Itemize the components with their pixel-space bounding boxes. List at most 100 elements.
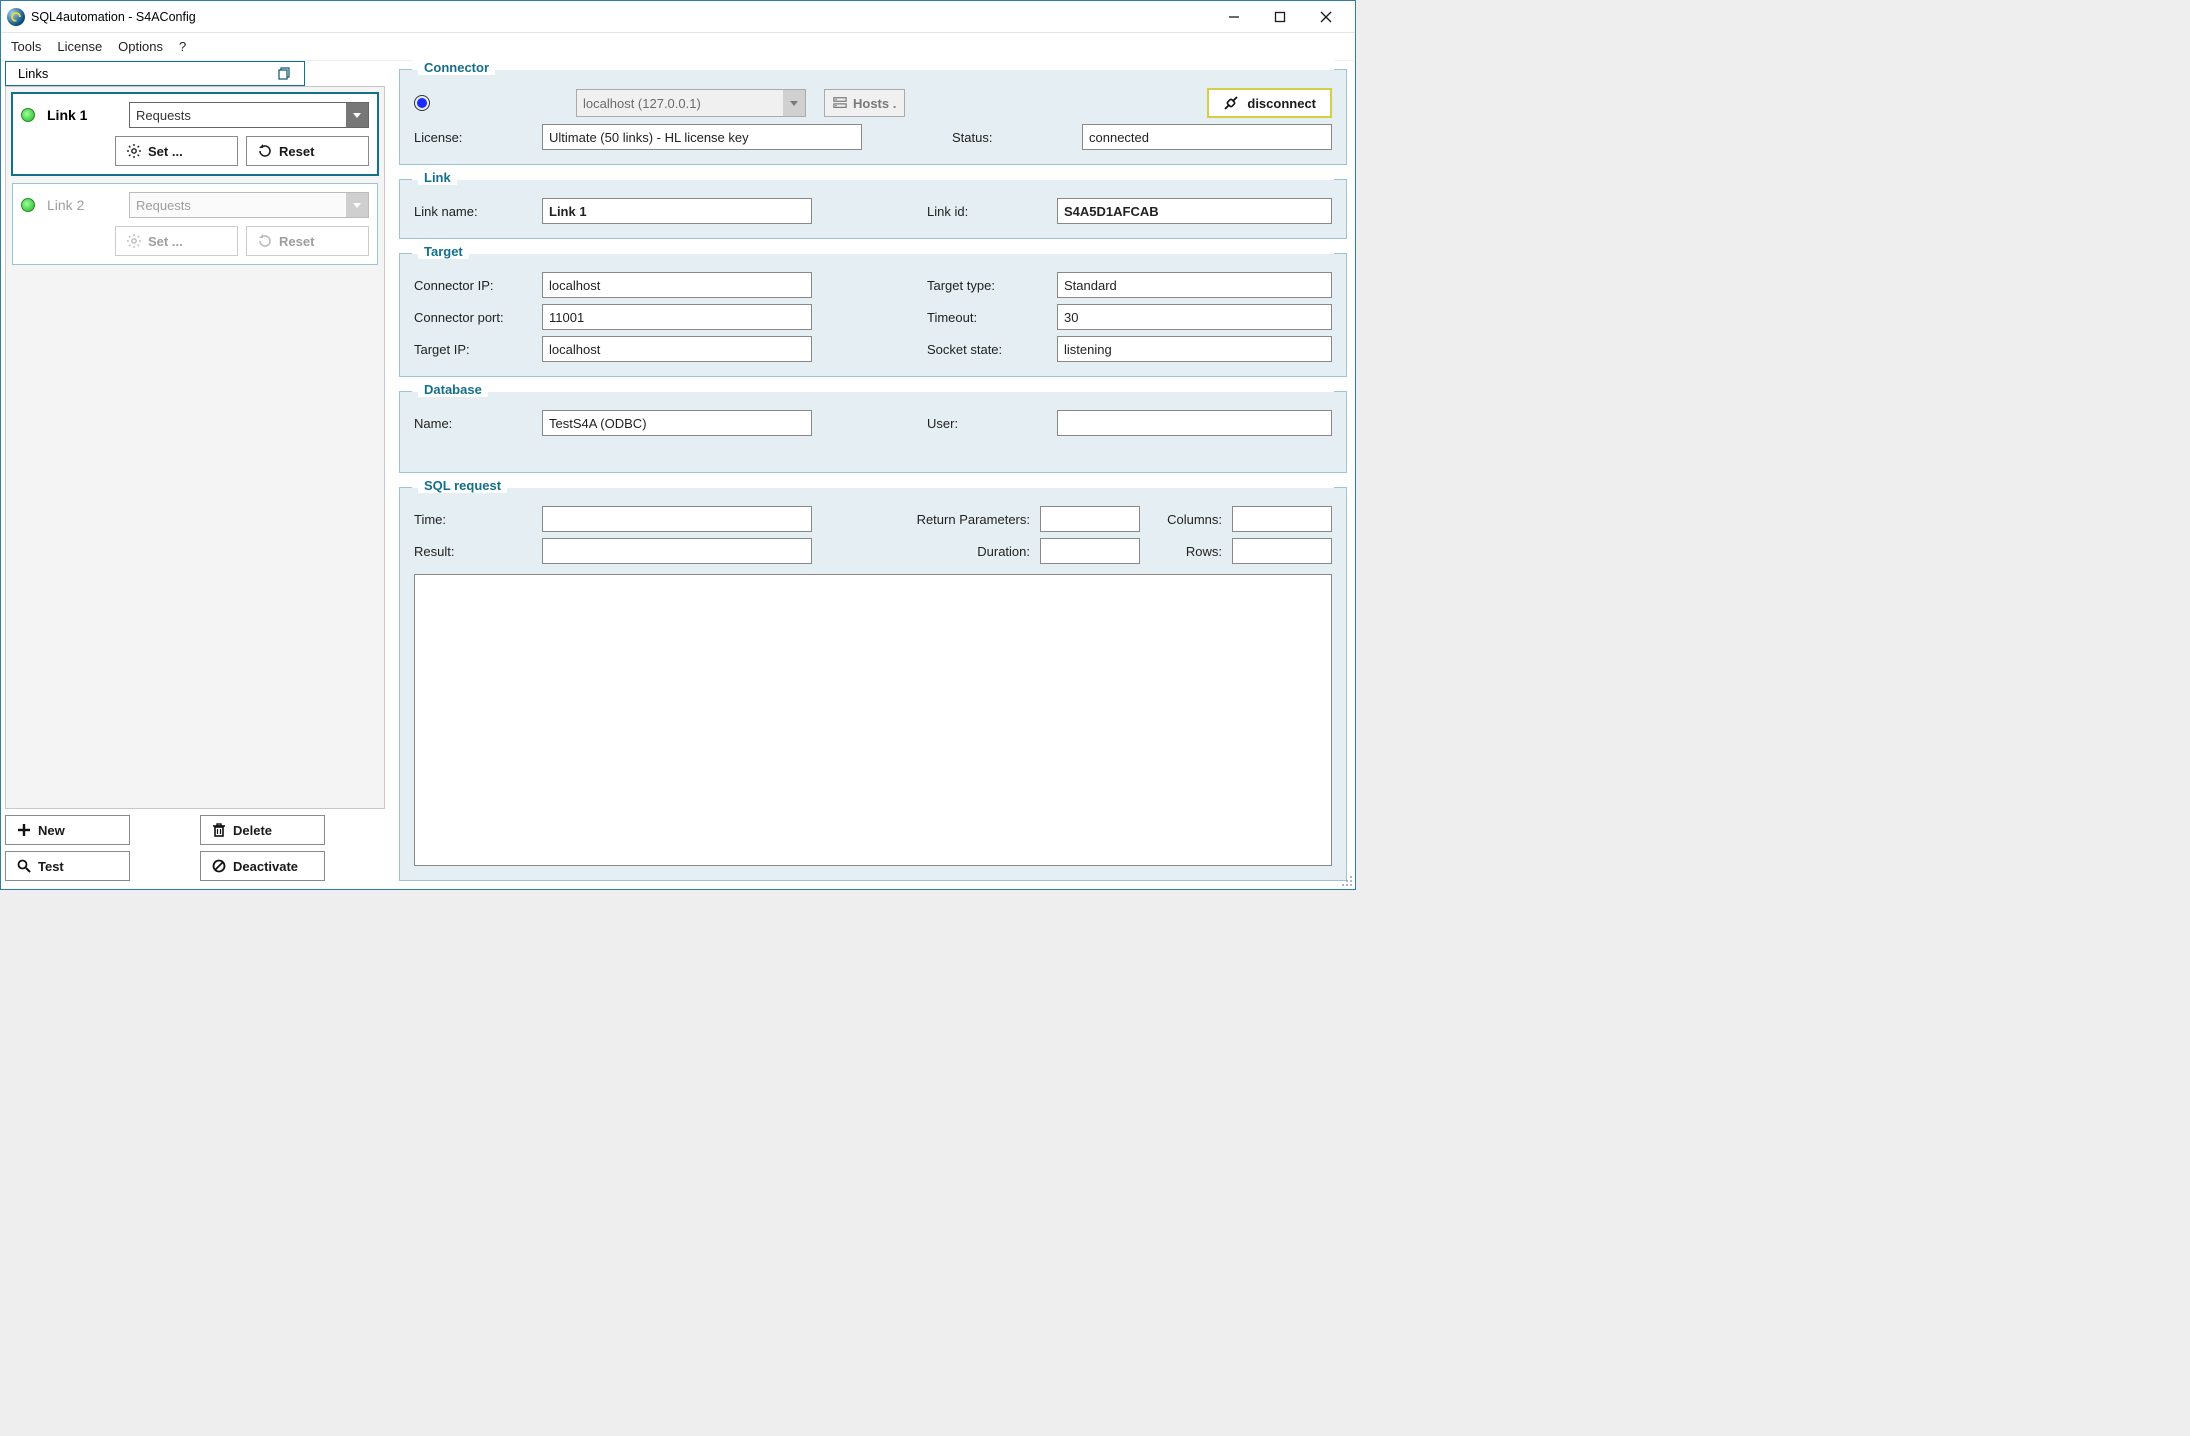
duration-label: Duration: <box>890 544 1030 559</box>
db-name-field[interactable] <box>542 410 812 436</box>
menu-options[interactable]: Options <box>118 39 163 54</box>
new-button[interactable]: New <box>5 815 130 845</box>
time-field[interactable] <box>542 506 812 532</box>
link-name-field[interactable] <box>542 198 812 224</box>
return-params-field[interactable] <box>1040 506 1140 532</box>
chevron-down-icon <box>346 193 368 217</box>
target-legend: Target <box>418 244 469 259</box>
link-name-label: Link name: <box>414 204 532 219</box>
result-label: Result: <box>414 544 532 559</box>
status-label: Status: <box>952 130 1072 145</box>
target-type-field[interactable] <box>1057 272 1332 298</box>
right-panel: Connector localhost (127.0.0.1) <box>399 61 1347 881</box>
deactivate-button[interactable]: Deactivate <box>200 851 325 881</box>
link-row: Link 2 Requests <box>21 192 369 218</box>
copy-icon[interactable] <box>278 67 292 81</box>
connector-radio[interactable] <box>414 95 430 111</box>
license-label: License: <box>414 130 532 145</box>
link-name-label: Link 2 <box>47 197 117 213</box>
trash-icon <box>211 822 227 838</box>
target-section: Target Connector IP: Target type: Connec… <box>399 253 1347 377</box>
sql-body-textarea[interactable] <box>414 574 1332 866</box>
link-mode-select: Requests <box>129 192 369 218</box>
rows-field[interactable] <box>1232 538 1332 564</box>
db-name-label: Name: <box>414 416 532 431</box>
link-mode-value: Requests <box>136 108 191 123</box>
connector-section: Connector localhost (127.0.0.1) <box>399 69 1347 165</box>
window-title: SQL4automation - S4AConfig <box>31 10 1211 24</box>
connector-ip-label: Connector IP: <box>414 278 532 293</box>
rows-label: Rows: <box>1150 544 1222 559</box>
time-label: Time: <box>414 512 532 527</box>
db-user-label: User: <box>927 416 1047 431</box>
link-row: Link 1 Requests <box>21 102 369 128</box>
connector-legend: Connector <box>418 60 495 75</box>
app-icon <box>7 8 25 26</box>
target-ip-label: Target IP: <box>414 342 532 357</box>
link-btn-row: Set ... Reset <box>115 136 369 166</box>
result-field[interactable] <box>542 538 812 564</box>
database-section: Database Name: User: <box>399 391 1347 473</box>
close-button[interactable] <box>1303 1 1349 33</box>
reset-button: Reset <box>246 226 369 256</box>
chevron-down-icon <box>783 90 805 116</box>
menu-help[interactable]: ? <box>179 39 186 54</box>
link-id-field[interactable] <box>1057 198 1332 224</box>
reset-label: Reset <box>279 234 314 249</box>
menu-license[interactable]: License <box>57 39 102 54</box>
host-value: localhost (127.0.0.1) <box>583 96 701 111</box>
timeout-field[interactable] <box>1057 304 1332 330</box>
search-icon <box>16 858 32 874</box>
minimize-button[interactable] <box>1211 1 1257 33</box>
tab-links[interactable]: Links <box>5 61 305 86</box>
link-name-label: Link 1 <box>47 107 117 123</box>
link-mode-value: Requests <box>136 198 191 213</box>
set-button[interactable]: Set ... <box>115 136 238 166</box>
menubar: Tools License Options ? <box>1 33 1355 61</box>
connector-port-field[interactable] <box>542 304 812 330</box>
delete-label: Delete <box>233 823 272 838</box>
db-user-field[interactable] <box>1057 410 1332 436</box>
set-label: Set ... <box>148 234 183 249</box>
set-label: Set ... <box>148 144 183 159</box>
block-icon <box>211 858 227 874</box>
link-mode-select[interactable]: Requests <box>129 102 369 128</box>
app-window: SQL4automation - S4AConfig Tools License… <box>0 0 1356 890</box>
test-button[interactable]: Test <box>5 851 130 881</box>
test-label: Test <box>38 859 64 874</box>
titlebar: SQL4automation - S4AConfig <box>1 1 1355 33</box>
connector-ip-field[interactable] <box>542 272 812 298</box>
columns-field[interactable] <box>1232 506 1332 532</box>
reset-label: Reset <box>279 144 314 159</box>
tab-links-label: Links <box>18 66 48 81</box>
reset-button[interactable]: Reset <box>246 136 369 166</box>
chevron-down-icon <box>346 103 368 127</box>
return-params-label: Return Parameters: <box>890 512 1030 527</box>
host-select[interactable]: localhost (127.0.0.1) <box>576 89 806 117</box>
status-field[interactable] <box>1082 124 1332 150</box>
target-ip-field[interactable] <box>542 336 812 362</box>
hosts-button[interactable]: Hosts . <box>824 89 905 117</box>
disconnect-button[interactable]: disconnect <box>1207 88 1332 118</box>
connector-port-label: Connector port: <box>414 310 532 325</box>
window-controls <box>1211 1 1349 33</box>
reset-icon <box>257 143 273 159</box>
socket-state-field[interactable] <box>1057 336 1332 362</box>
set-button: Set ... <box>115 226 238 256</box>
menu-tools[interactable]: Tools <box>11 39 41 54</box>
server-icon <box>833 96 847 110</box>
link-card-2[interactable]: Link 2 Requests S <box>12 183 378 265</box>
link-id-label: Link id: <box>927 204 1047 219</box>
duration-field[interactable] <box>1040 538 1140 564</box>
status-dot-icon <box>21 198 35 212</box>
left-buttons: New Test Delete <box>5 815 385 881</box>
link-card-1[interactable]: Link 1 Requests S <box>12 93 378 175</box>
link-section: Link Link name: Link id: <box>399 179 1347 239</box>
deactivate-label: Deactivate <box>233 859 298 874</box>
delete-button[interactable]: Delete <box>200 815 325 845</box>
link-btn-row: Set ... Reset <box>115 226 369 256</box>
license-field[interactable] <box>542 124 862 150</box>
maximize-button[interactable] <box>1257 1 1303 33</box>
gear-icon <box>126 233 142 249</box>
resize-grip-icon[interactable] <box>1339 873 1353 887</box>
